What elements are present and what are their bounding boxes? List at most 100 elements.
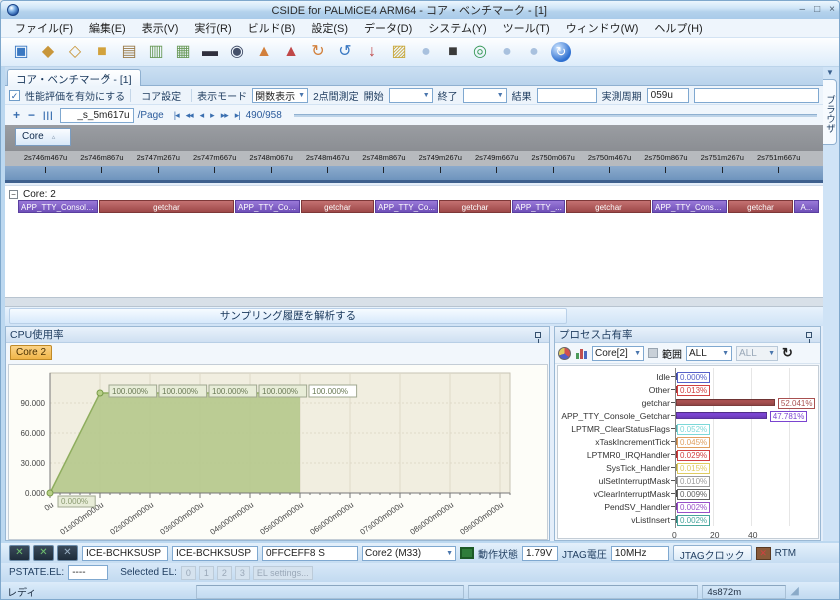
nav-fast-forward-button[interactable]: ▸▸	[219, 110, 230, 121]
analyze-sampling-button[interactable]: サンプリング履歴を解析する	[9, 308, 567, 324]
close-button[interactable]: ×	[829, 5, 835, 15]
timeline-scrollbar[interactable]	[294, 114, 817, 117]
source-file-icon[interactable]: ▥	[144, 40, 168, 64]
tab-close-icon[interactable]: ×	[100, 70, 114, 84]
pin-icon[interactable]	[806, 332, 812, 338]
period-field[interactable]: 059u	[647, 88, 689, 103]
flash-card-icon[interactable]: ▨	[387, 40, 411, 64]
timestamp-label: 2s748m867u	[355, 151, 412, 165]
core-select[interactable]: Core[2]▼	[592, 346, 644, 361]
menu-item[interactable]: 設定(S)	[303, 18, 356, 38]
menu-item[interactable]: ウィンドウ(W)	[558, 18, 647, 38]
ice-control-button[interactable]: ✕	[57, 545, 78, 561]
reload-icon[interactable]: ↻	[306, 40, 330, 64]
tab-core2[interactable]: Core 2	[10, 345, 52, 360]
zoom-out-button[interactable]: −	[26, 108, 37, 122]
chip-flash-icon[interactable]: ▲	[252, 40, 276, 64]
nav-fast-back-button[interactable]: ◂◂	[184, 110, 195, 121]
menu-item[interactable]: 編集(E)	[81, 18, 134, 38]
cpu-panel-header: CPU使用率	[6, 327, 549, 343]
track-segment-getchar[interactable]: getchar	[439, 200, 511, 213]
nav-back-button[interactable]: ◂	[198, 110, 206, 121]
enable-evaluation-checkbox[interactable]: ✓	[9, 90, 20, 101]
ready-status: レディ	[7, 584, 36, 599]
menu-item[interactable]: ビルド(B)	[240, 18, 304, 38]
range-button[interactable]: 範囲	[662, 346, 682, 361]
display-mode-select[interactable]: 関数表示▼	[252, 88, 308, 103]
jtag-clock-button[interactable]: JTAGクロック	[673, 545, 752, 561]
track-segment-getchar[interactable]: getchar	[99, 200, 234, 213]
notebook-icon[interactable]: ▤	[117, 40, 141, 64]
page-position-field[interactable]: _s_5m617u	[60, 108, 134, 123]
track-segment-getchar[interactable]: getchar	[301, 200, 374, 213]
end-select[interactable]: ▼	[463, 88, 507, 103]
browser-dock-tab[interactable]: ブラウザ	[823, 79, 837, 145]
horizontal-scrollbar[interactable]	[5, 297, 823, 307]
memory-card-icon[interactable]: ▬	[198, 40, 222, 64]
collapse-icon[interactable]: −	[9, 190, 18, 199]
track-segment-function[interactable]: APP_TTY_Cons...	[235, 200, 300, 213]
selected-el-label: Selected EL:	[120, 567, 177, 578]
process-value-box: 52.041%	[778, 398, 816, 409]
menu-item[interactable]: 表示(V)	[134, 18, 187, 38]
screen-config-icon[interactable]: ▣	[9, 40, 33, 64]
core-column-header[interactable]: Core ▵	[15, 128, 71, 146]
track-segment-function[interactable]: APP_TTY_Console...	[18, 200, 98, 213]
timestamp-tick	[271, 167, 272, 173]
minimize-button[interactable]: –	[800, 5, 806, 15]
core-select-bottom[interactable]: Core2 (M33)▼	[362, 546, 456, 561]
track-segment-getchar[interactable]: getchar	[728, 200, 793, 213]
process-panel-toolbar: Core[2]▼ 範囲 ALL▼ ALL▼ ↻	[555, 343, 820, 364]
menu-item[interactable]: ヘルプ(H)	[646, 18, 710, 38]
process-value-box: 0.010%	[677, 476, 710, 487]
row-tick	[671, 428, 675, 429]
core-config-button[interactable]: コア設定	[136, 87, 186, 104]
resize-grip[interactable]: ◢	[790, 586, 798, 597]
source-file2-icon[interactable]: ▦	[171, 40, 195, 64]
menu-item[interactable]: データ(D)	[356, 18, 420, 38]
comment-field[interactable]	[694, 88, 819, 103]
menu-item[interactable]: 実行(R)	[186, 18, 239, 38]
filter-select[interactable]: ALL▼	[686, 346, 732, 361]
menu-item[interactable]: ファイル(F)	[7, 18, 81, 38]
zoom-in-button[interactable]: +	[11, 108, 22, 122]
project-open-icon[interactable]: ◆	[36, 40, 60, 64]
menu-item[interactable]: システム(Y)	[420, 18, 494, 38]
nav-first-button[interactable]: |◂	[172, 110, 181, 121]
pin-icon[interactable]	[535, 332, 541, 338]
chip-flash2-icon[interactable]: ▲	[279, 40, 303, 64]
nav-forward-button[interactable]: ▸	[208, 110, 216, 121]
menu-item[interactable]: ツール(T)	[495, 18, 558, 38]
start-select[interactable]: ▼	[389, 88, 433, 103]
right-dock-strip: ▼ ブラウザ	[823, 67, 839, 541]
maximize-button[interactable]: □	[814, 5, 820, 15]
reset-icon[interactable]: ↺	[333, 40, 357, 64]
bar-chart-icon[interactable]	[575, 347, 588, 360]
fit-all-button[interactable]: |||	[41, 110, 56, 120]
result-field[interactable]	[537, 88, 597, 103]
cpu-panel-title: CPU使用率	[10, 327, 64, 342]
track-segment-function[interactable]: A...	[794, 200, 819, 213]
track-segment-function[interactable]: APP_TTY_Co...	[375, 200, 438, 213]
pie-chart-icon[interactable]	[558, 347, 571, 360]
symbol-search-icon[interactable]: ◉	[225, 40, 249, 64]
ice-control-button[interactable]: ✕	[33, 545, 54, 561]
rtm-label: RTM	[775, 548, 796, 559]
refresh-icon[interactable]: ↻	[782, 345, 793, 361]
process-bar[interactable]	[676, 412, 767, 419]
overflow-chevron-icon[interactable]: ▼	[826, 68, 834, 77]
ice-control-button[interactable]: ✕	[9, 545, 30, 561]
track-segment-function[interactable]: APP_TTY_Consol...	[652, 200, 727, 213]
folder-icon[interactable]: ■	[90, 40, 114, 64]
process-bar[interactable]	[676, 399, 775, 406]
nav-last-button[interactable]: ▸|	[233, 110, 242, 121]
track-segment-function[interactable]: APP_TTY_...	[512, 200, 565, 213]
download-icon[interactable]: ↓	[360, 40, 384, 64]
tab-core-benchmark[interactable]: コア・ベンチマーク - [1]	[7, 69, 141, 86]
core-group-label: Core: 2	[23, 189, 56, 200]
track-segment-getchar[interactable]: getchar	[566, 200, 651, 213]
chip-search-icon[interactable]: ◎	[468, 40, 492, 64]
project-close-icon[interactable]: ◇	[63, 40, 87, 64]
refresh-icon[interactable]: ↻	[551, 42, 571, 62]
camera-icon[interactable]: ■	[441, 40, 465, 64]
